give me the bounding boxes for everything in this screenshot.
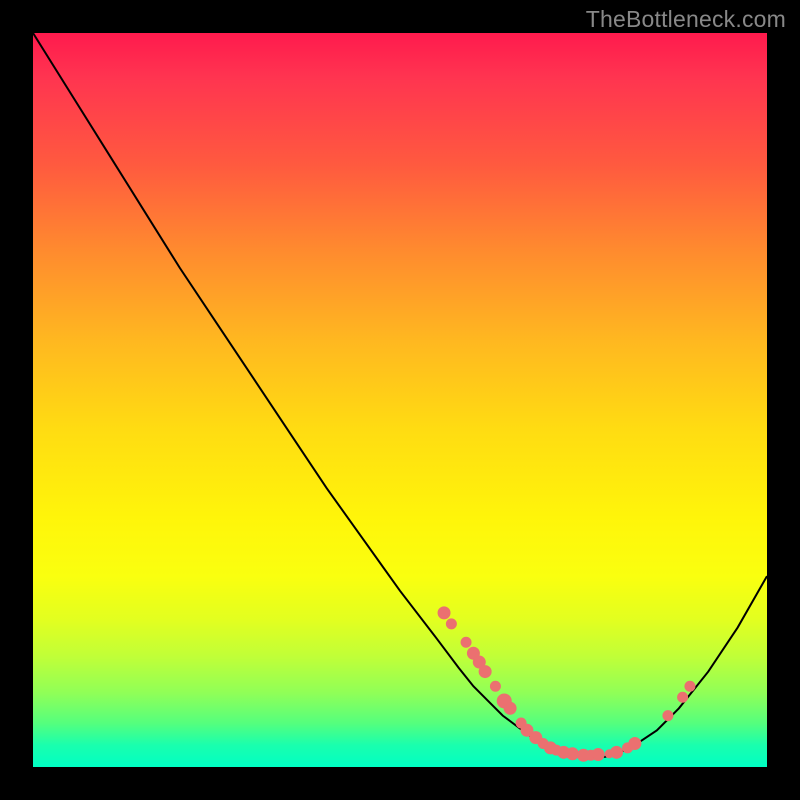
scatter-dots bbox=[438, 607, 695, 761]
scatter-dot bbox=[446, 619, 456, 629]
scatter-dot bbox=[461, 637, 471, 647]
scatter-dot bbox=[663, 711, 673, 721]
scatter-dot bbox=[504, 702, 516, 714]
scatter-dot bbox=[479, 666, 491, 678]
chart-overlay bbox=[33, 33, 767, 767]
bottleneck-curve bbox=[33, 33, 767, 757]
chart-container: TheBottleneck.com bbox=[0, 0, 800, 800]
scatter-dot bbox=[685, 681, 695, 691]
watermark-text: TheBottleneck.com bbox=[586, 6, 786, 33]
scatter-dot bbox=[678, 692, 688, 702]
scatter-dot bbox=[438, 607, 450, 619]
scatter-dot bbox=[490, 681, 500, 691]
scatter-dot bbox=[566, 748, 578, 760]
scatter-dot bbox=[592, 749, 604, 761]
scatter-dot bbox=[629, 738, 641, 750]
scatter-dot bbox=[611, 746, 623, 758]
